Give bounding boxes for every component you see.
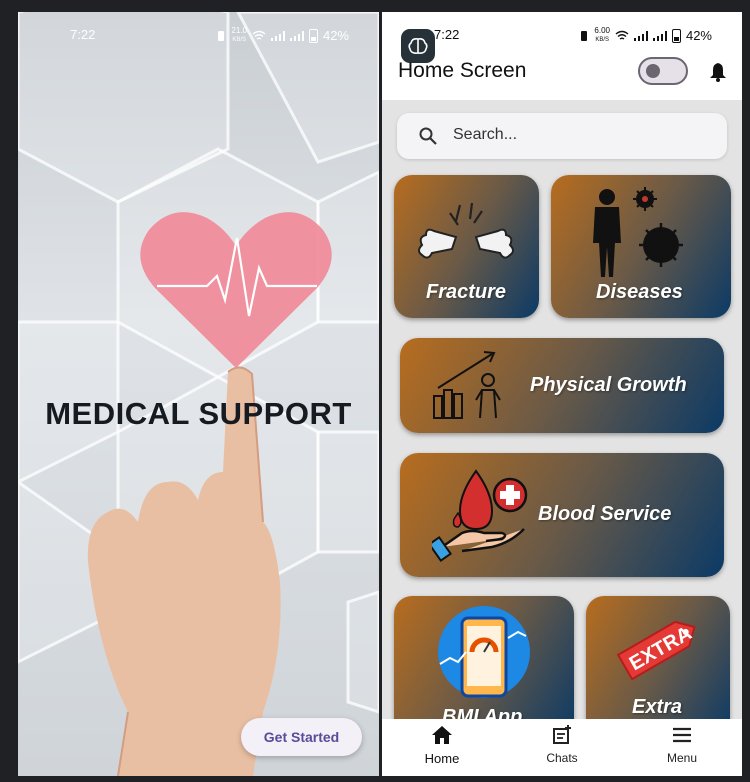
blood-drop-hand-icon [432, 469, 528, 563]
bell-icon[interactable] [709, 62, 727, 82]
brain-icon [408, 38, 428, 54]
card-blood-service[interactable]: Blood Service [400, 453, 724, 577]
card-physical-growth[interactable]: Physical Growth [400, 338, 724, 433]
search-input[interactable] [451, 125, 705, 145]
network-speed-unit: KB/S [595, 37, 610, 43]
card-diseases[interactable]: Diseases [551, 175, 731, 318]
menu-icon [673, 727, 691, 743]
theme-toggle[interactable] [638, 57, 688, 85]
wifi-icon [615, 30, 629, 40]
status-time: 7:22 [434, 27, 460, 42]
splash-screen: 7:22 21.0KB/S 42% [18, 12, 379, 776]
toggle-knob [646, 64, 660, 78]
nav-home[interactable]: Home [402, 725, 482, 766]
nav-label: Home [424, 751, 460, 766]
extra-tag-icon: EXTRA [616, 620, 696, 681]
bottom-navigation: Home Chats Menu [382, 719, 742, 776]
nav-menu[interactable]: Menu [642, 725, 722, 765]
nav-chats[interactable]: Chats [522, 725, 602, 765]
get-started-button[interactable]: Get Started [241, 718, 362, 756]
vibrate-icon [581, 30, 588, 41]
signal-icon-2 [652, 30, 668, 41]
card-label: Diseases [596, 281, 683, 303]
page-title: Home Screen [398, 59, 527, 82]
network-speed: 6.00 KB/S [594, 27, 610, 44]
card-label: Extra [632, 696, 683, 718]
chats-icon [553, 725, 571, 744]
card-label: Fracture [426, 281, 507, 303]
nav-label: Chats [546, 751, 578, 765]
app-logo [401, 29, 435, 63]
search-icon [419, 127, 437, 145]
network-speed-value: 6.00 [594, 26, 610, 35]
home-screen: 7:22 6.00 KB/S 42% Home Screen Search...… [382, 12, 742, 776]
home-icon [432, 726, 452, 744]
card-label: BMI App [442, 706, 523, 719]
battery-icon [671, 28, 681, 43]
broken-bone-icon [418, 202, 514, 259]
card-extra[interactable]: EXTRA Extra [586, 596, 730, 719]
signal-icon [633, 30, 649, 41]
status-bar: 7:22 6.00 KB/S 42% [382, 12, 742, 46]
app-title: MEDICAL SUPPORT [45, 396, 352, 431]
nav-label: Menu [666, 751, 698, 765]
card-bmi-app[interactable]: BMI App [394, 596, 574, 719]
card-label: Blood Service [538, 503, 672, 525]
card-label: Physical Growth [530, 374, 687, 396]
heart-pulse-icon [140, 212, 332, 368]
person-virus-icon [593, 187, 683, 277]
bmi-phone-icon [438, 606, 530, 698]
status-icons: 6.00 KB/S 42% [579, 27, 712, 44]
search-bar[interactable] [397, 113, 727, 159]
main-content: Fracture Diseases [382, 100, 742, 719]
battery-percent: 42% [685, 28, 712, 43]
growth-chart-icon [433, 351, 501, 419]
card-fracture[interactable]: Fracture [394, 175, 539, 318]
